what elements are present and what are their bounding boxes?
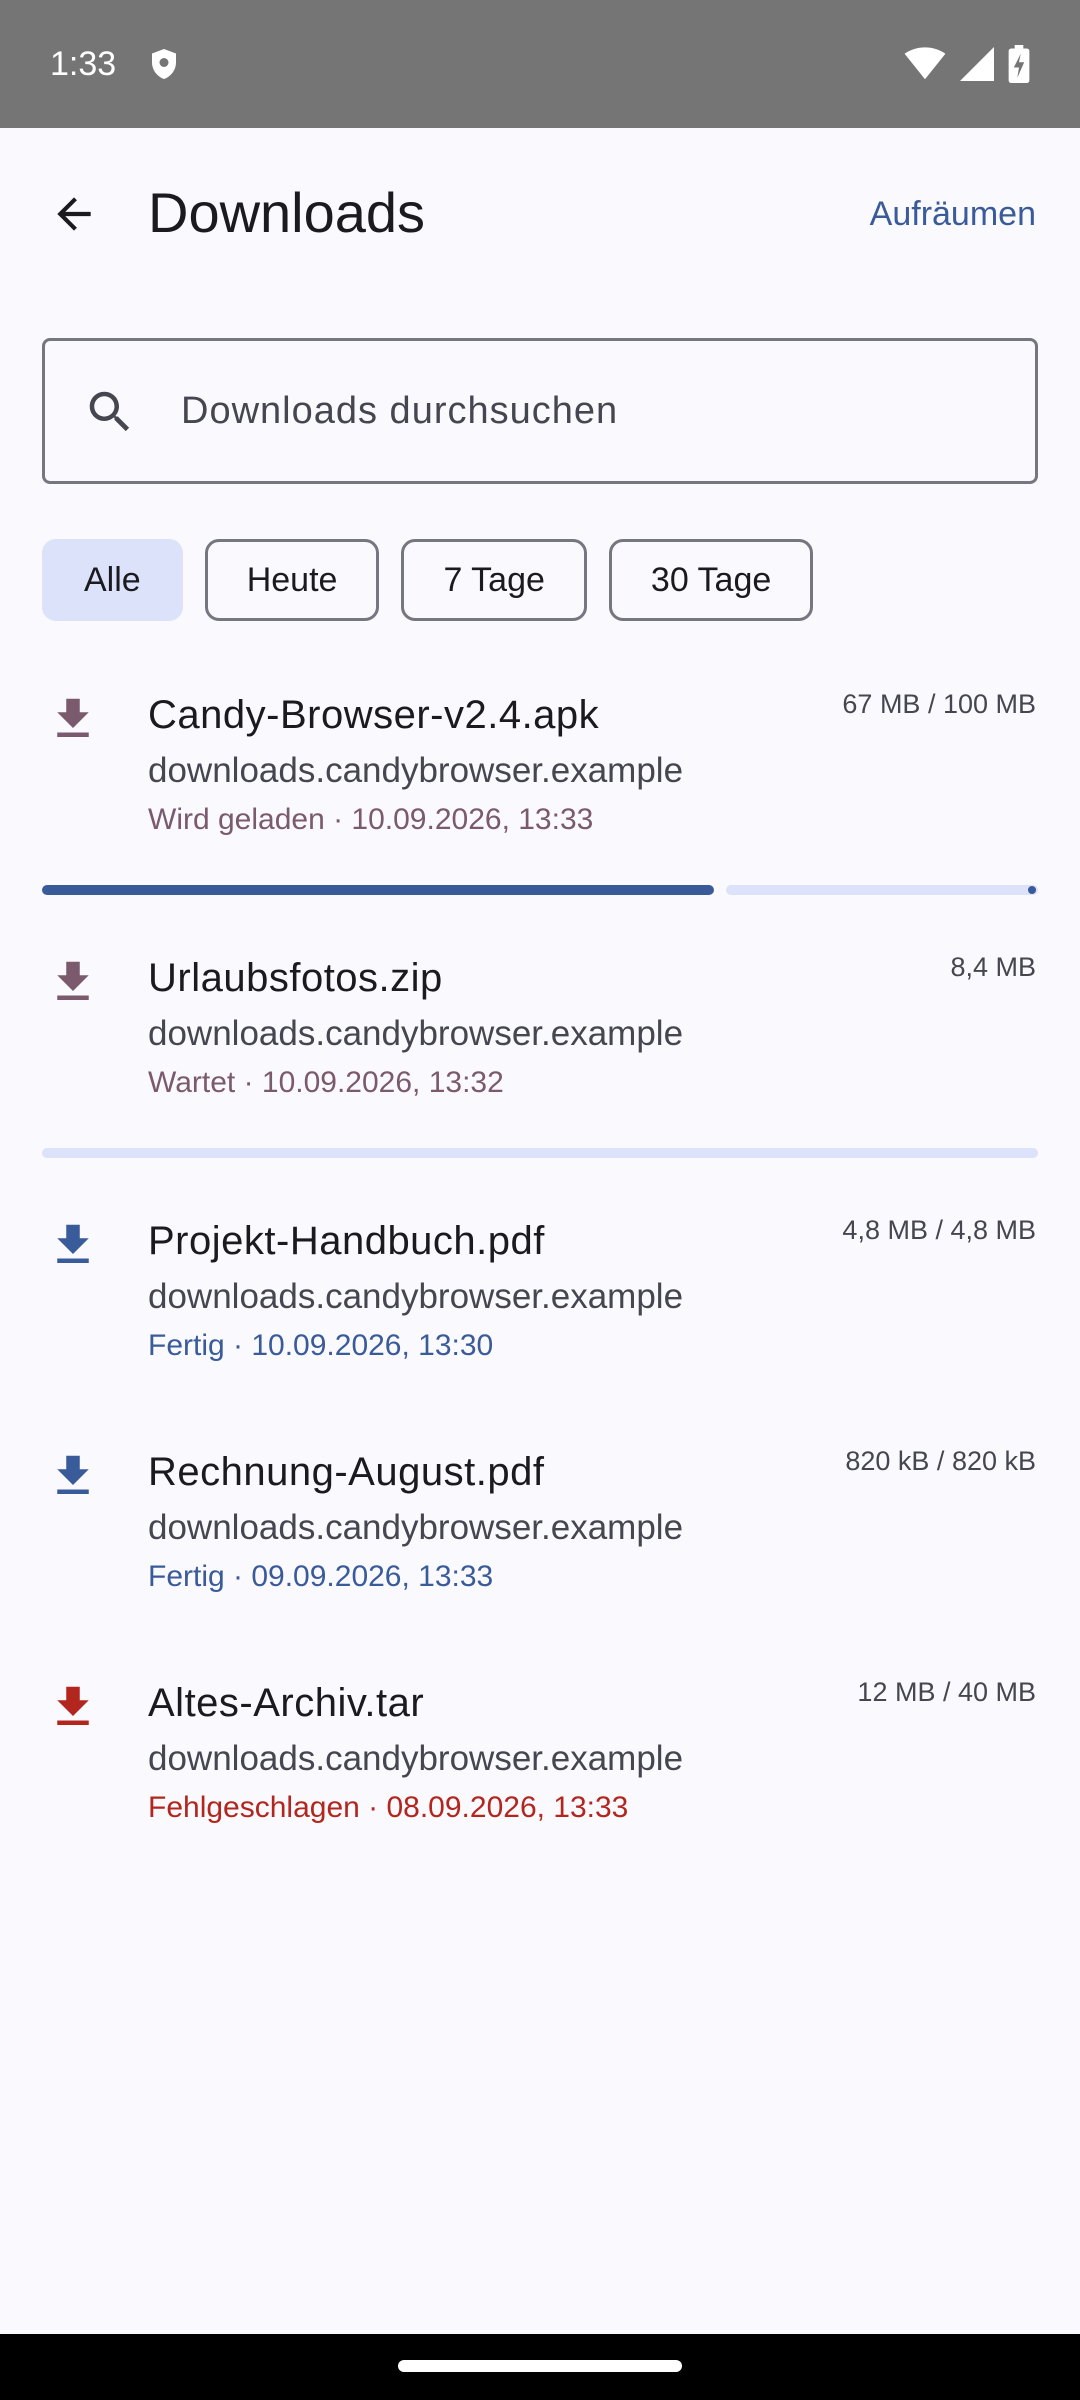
download-icon — [57, 698, 89, 737]
file-domain: downloads.candybrowser.example — [148, 1508, 684, 1547]
file-name: Rechnung-August.pdf — [148, 1450, 545, 1494]
file-domain: downloads.candybrowser.example — [148, 1277, 684, 1316]
chip-alle[interactable]: Alle — [42, 539, 183, 621]
search-icon — [89, 391, 130, 432]
file-size: 820 kB / 820 kB — [845, 1446, 1036, 1476]
progress-remaining — [726, 885, 1038, 895]
file-status: Fertig · 09.09.2026, 13:33 — [148, 1560, 494, 1593]
app-bar: Downloads Aufräumen — [0, 128, 1080, 296]
signal-icon — [960, 47, 994, 81]
file-name: Altes-Archiv.tar — [148, 1681, 425, 1725]
download-item[interactable]: Candy-Browser-v2.4.apk downloads.candybr… — [0, 680, 1080, 920]
file-name: Projekt-Handbuch.pdf — [148, 1219, 545, 1263]
download-icon — [57, 1686, 89, 1725]
file-size: 67 MB / 100 MB — [842, 689, 1036, 719]
file-name: Urlaubsfotos.zip — [148, 956, 443, 1000]
navigation-bar — [0, 2334, 1080, 2400]
chip-30-tage[interactable]: 30 Tage — [608, 539, 814, 621]
download-item[interactable]: Urlaubsfotos.zip downloads.candybrowser.… — [0, 943, 1080, 1183]
file-domain: downloads.candybrowser.example — [148, 1739, 684, 1778]
page-title: Downloads — [148, 181, 426, 244]
status-icons — [904, 44, 1030, 84]
progress-remaining — [42, 1148, 1038, 1158]
status-time: 1:33 — [50, 45, 117, 83]
progress-stop-indicator — [1028, 886, 1036, 894]
progress-bar — [42, 885, 1038, 895]
file-domain: downloads.candybrowser.example — [148, 751, 684, 790]
shield-icon — [152, 49, 176, 79]
chip-heute[interactable]: Heute — [204, 539, 380, 621]
file-status: Wird geladen · 10.09.2026, 13:33 — [148, 803, 594, 836]
status-bar: 1:33 — [0, 0, 1080, 128]
file-name: Candy-Browser-v2.4.apk — [148, 693, 600, 737]
progress-fill — [42, 885, 714, 895]
download-icon — [57, 961, 89, 1000]
filter-chips: Alle Heute 7 Tage 30 Tage — [42, 539, 814, 621]
file-size: 8,4 MB — [950, 952, 1036, 982]
file-status: Wartet · 10.09.2026, 13:32 — [148, 1066, 504, 1099]
progress-bar — [42, 1148, 1038, 1158]
download-item[interactable]: Projekt-Handbuch.pdf downloads.candybrow… — [0, 1206, 1080, 1406]
file-status: Fertig · 10.09.2026, 13:30 — [148, 1329, 494, 1362]
search-field[interactable] — [42, 338, 1038, 484]
arrow-back-icon — [57, 197, 91, 231]
back-button[interactable] — [34, 174, 114, 254]
download-item[interactable]: Rechnung-August.pdf downloads.candybrows… — [0, 1437, 1080, 1637]
file-domain: downloads.candybrowser.example — [148, 1014, 684, 1053]
download-icon — [57, 1455, 89, 1494]
wifi-icon — [904, 47, 946, 80]
battery-charging-icon — [1008, 45, 1030, 83]
home-gesture-handle[interactable] — [398, 2360, 682, 2372]
file-size: 12 MB / 40 MB — [857, 1677, 1036, 1707]
file-status: Fehlgeschlagen · 08.09.2026, 13:33 — [148, 1791, 629, 1824]
search-input[interactable] — [181, 371, 1001, 451]
download-item[interactable]: Altes-Archiv.tar downloads.candybrowser.… — [0, 1668, 1080, 1868]
download-icon — [57, 1224, 89, 1263]
chip-7-tage[interactable]: 7 Tage — [401, 539, 587, 621]
file-size: 4,8 MB / 4,8 MB — [842, 1215, 1036, 1245]
cleanup-button[interactable]: Aufräumen — [870, 186, 1036, 242]
